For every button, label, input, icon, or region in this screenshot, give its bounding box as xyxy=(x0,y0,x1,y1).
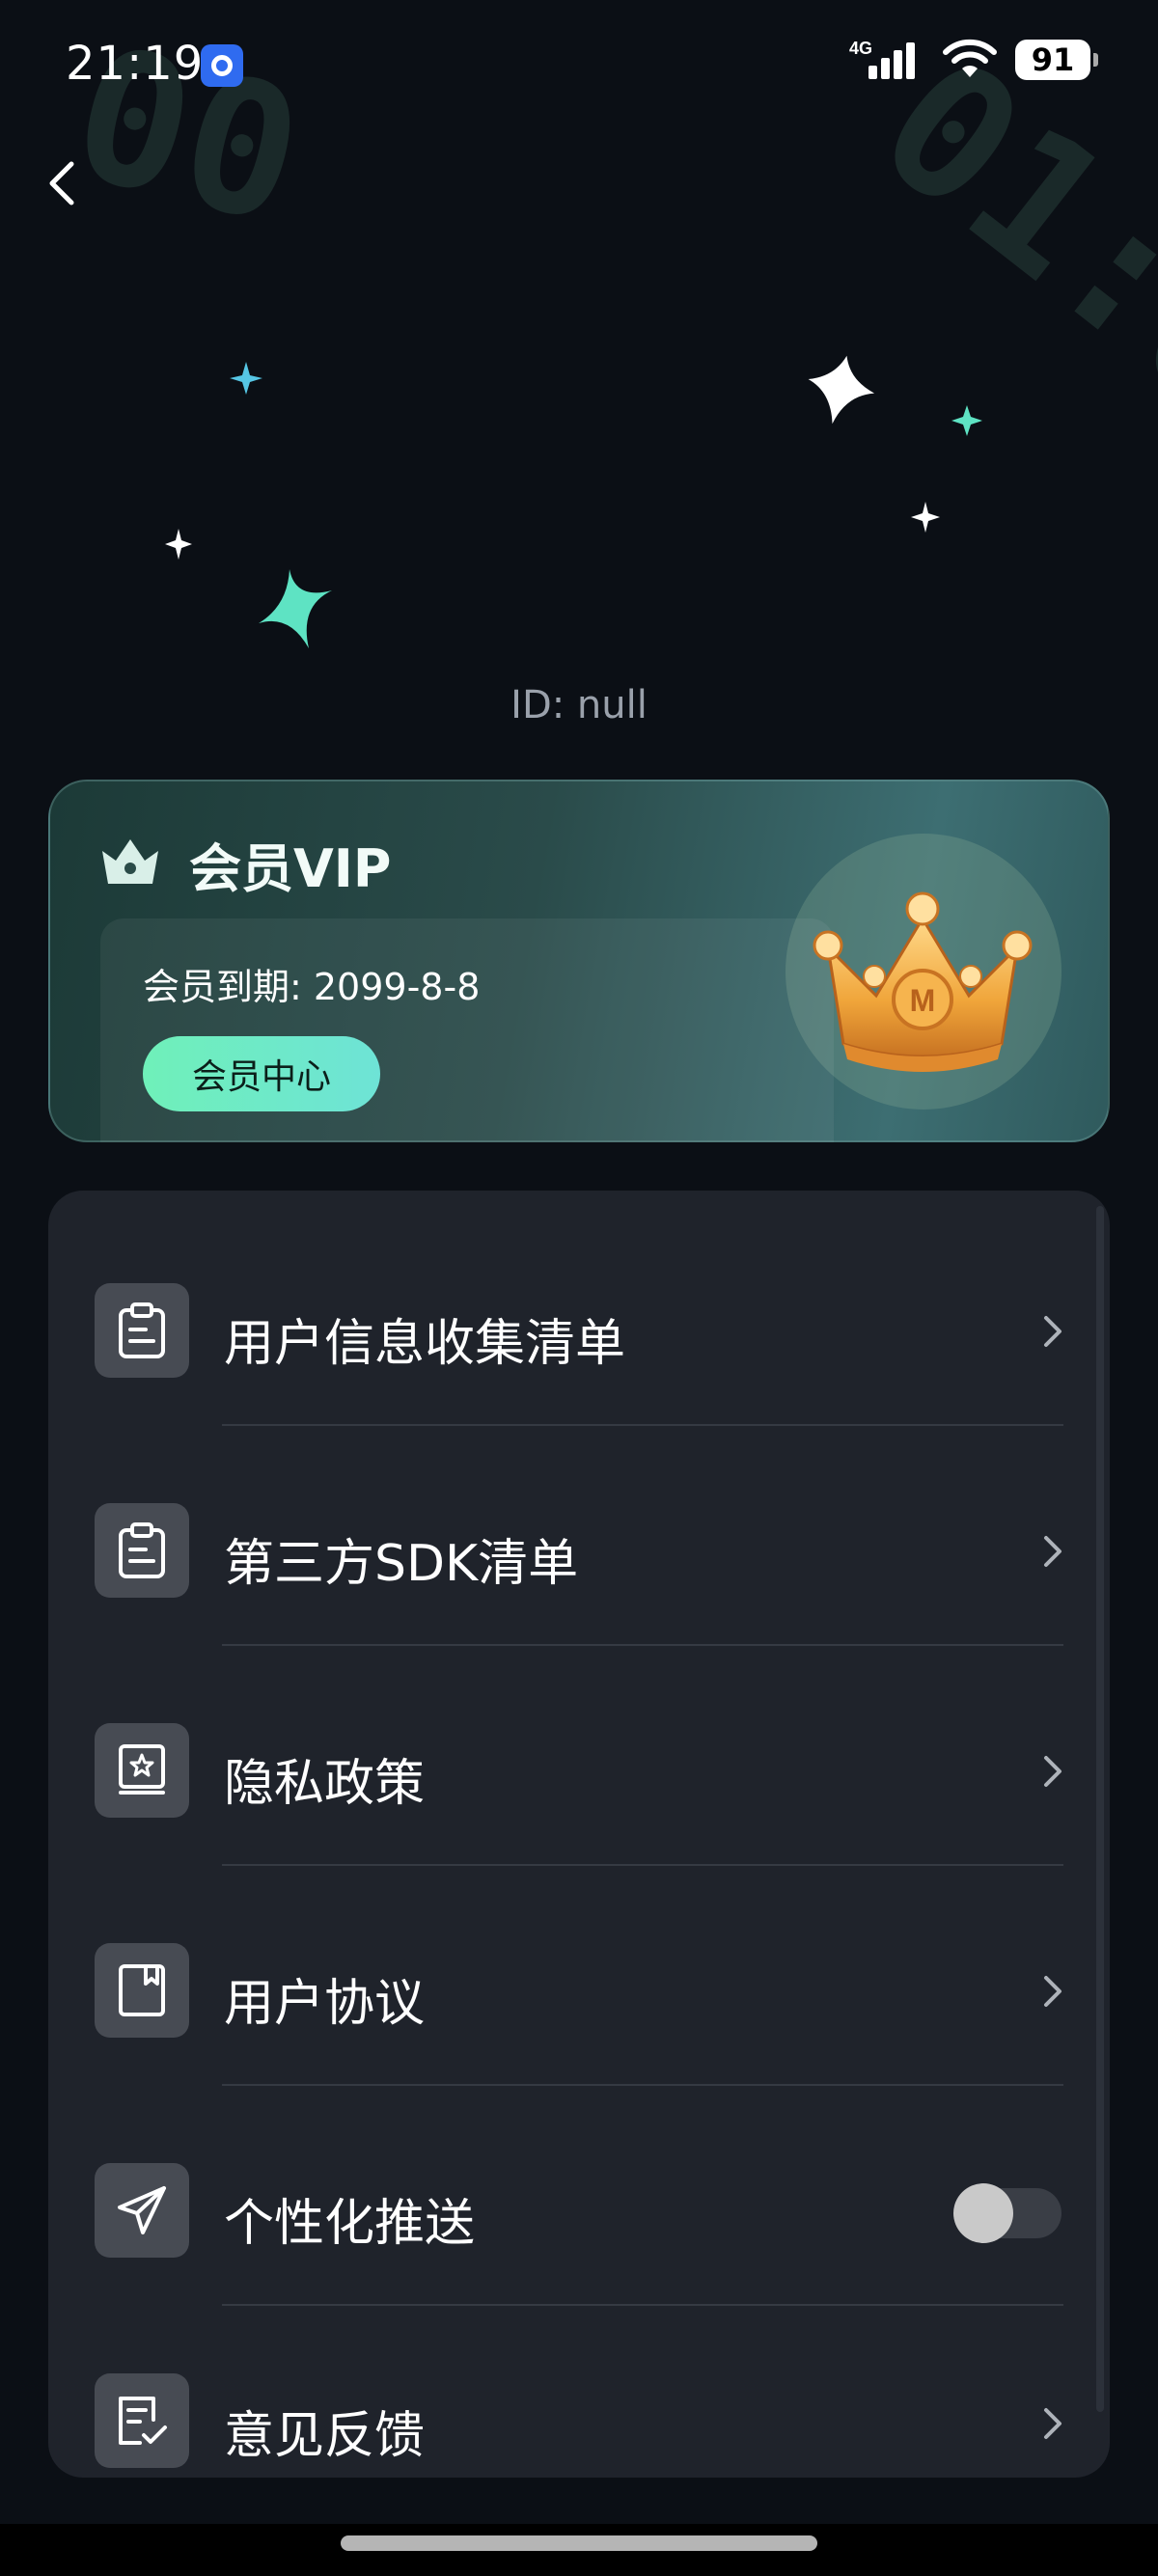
cellular-signal-icon: 4G xyxy=(849,39,915,79)
battery-indicator: 91 xyxy=(1015,40,1098,80)
sparkle-star xyxy=(259,569,332,648)
menu-item-label: 用户信息收集清单 xyxy=(224,1315,626,1373)
personalized-push-toggle[interactable] xyxy=(953,2183,1062,2243)
menu-item-privacy-policy[interactable]: 隐私政策 xyxy=(48,1646,1110,1866)
notification-app-icon xyxy=(201,44,243,87)
clipboard-icon xyxy=(95,1283,189,1378)
member-center-button[interactable]: 会员中心 xyxy=(143,1036,380,1111)
user-id: ID: null xyxy=(510,683,648,727)
sparkle-star xyxy=(230,362,262,395)
menu-item-user-info-list[interactable]: 用户信息收集清单 xyxy=(48,1206,1110,1426)
star-book-icon xyxy=(95,1723,189,1818)
menu-item-label: 用户协议 xyxy=(224,1975,426,2033)
menu-item-label: 第三方SDK清单 xyxy=(224,1535,579,1593)
chevron-right-icon xyxy=(1044,1536,1062,1567)
menu-item-label: 意见反馈 xyxy=(224,2407,426,2465)
sparkle-star xyxy=(165,529,192,560)
wifi-icon xyxy=(943,39,997,77)
vip-title: 会员VIP xyxy=(189,838,392,899)
divider xyxy=(222,2304,1063,2306)
sparkle-decoration xyxy=(165,355,982,648)
menu-item-label: 个性化推送 xyxy=(224,2195,476,2253)
sparkle-star xyxy=(911,502,940,533)
status-time: 21:19 xyxy=(66,37,205,91)
menu-item-third-party-sdk[interactable]: 第三方SDK清单 xyxy=(48,1426,1110,1646)
menu-item-user-agreement[interactable]: 用户协议 xyxy=(48,1866,1110,2086)
crown-icon xyxy=(102,839,158,884)
chevron-right-icon xyxy=(1044,2408,1062,2439)
status-indicators: 4G 91 xyxy=(849,39,1098,81)
home-indicator[interactable] xyxy=(341,2535,817,2551)
sparkle-star xyxy=(808,355,875,425)
menu-item-label: 隐私政策 xyxy=(224,1755,426,1813)
chevron-right-icon xyxy=(1044,1316,1062,1347)
back-chevron-icon[interactable] xyxy=(39,145,96,222)
book-icon xyxy=(95,1943,189,2038)
network-type: 4G xyxy=(849,39,872,58)
clipboard-icon xyxy=(95,1503,189,1598)
menu-item-feedback[interactable]: 意见反馈 xyxy=(48,2308,1110,2478)
sparkle-star xyxy=(951,405,982,436)
menu-item-personalized-push: 个性化推送 xyxy=(48,2086,1110,2306)
gold-crown-icon: M xyxy=(813,891,1033,1072)
crown-badge-letter: M xyxy=(910,983,936,1018)
chevron-right-icon xyxy=(1044,1976,1062,2007)
toggle-knob xyxy=(953,2183,1013,2243)
paper-plane-icon xyxy=(95,2163,189,2258)
vip-expiry: 会员到期: 2099-8-8 xyxy=(143,966,481,1008)
feedback-icon xyxy=(95,2373,189,2468)
chevron-right-icon xyxy=(1044,1756,1062,1787)
